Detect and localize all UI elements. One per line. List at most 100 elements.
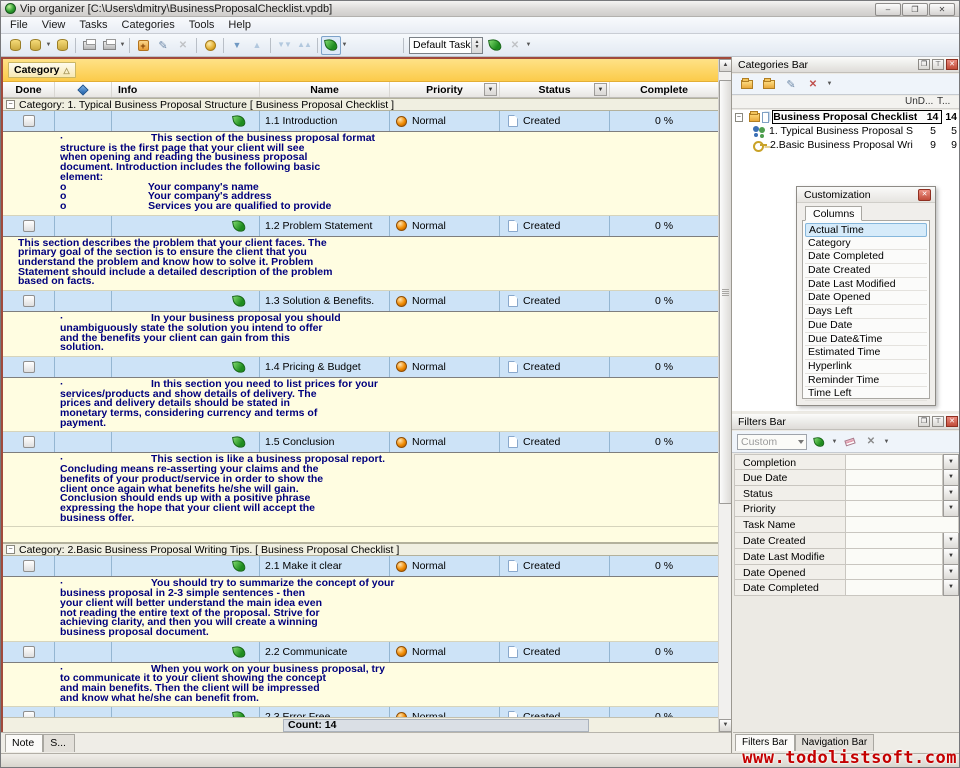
task-info-cell[interactable]: [112, 556, 260, 576]
column-header-status[interactable]: Status▼: [500, 82, 610, 97]
filter-dropdown-icon[interactable]: ▼: [943, 533, 959, 549]
tab-note[interactable]: Note: [5, 734, 43, 752]
filter-value-field[interactable]: [846, 470, 943, 486]
task-name-cell[interactable]: 1.5 Conclusion: [260, 432, 390, 452]
apply-filter-icon[interactable]: [810, 433, 828, 450]
filter-value-field[interactable]: [846, 549, 943, 565]
categories-restore-icon[interactable]: ❐: [918, 59, 930, 70]
edit-category-icon[interactable]: ✎: [782, 76, 800, 93]
filters-more-icon[interactable]: ▼: [883, 432, 890, 451]
customization-column-item[interactable]: Date Opened: [805, 291, 927, 305]
task-done-cell[interactable]: [3, 291, 55, 311]
task-priority-cell[interactable]: Normal: [390, 111, 500, 131]
task-done-cell[interactable]: [3, 432, 55, 452]
task-info-cell[interactable]: [112, 642, 260, 662]
filters-pin-icon[interactable]: ⊤: [932, 416, 944, 427]
column-header-priority[interactable]: Priority▼: [390, 82, 500, 97]
move-bottom-button[interactable]: ▼▼: [274, 36, 294, 55]
group-by-category-button[interactable]: Category △: [8, 62, 76, 78]
apply-filter-dropdown-icon[interactable]: ▼: [831, 432, 838, 451]
task-description[interactable]: This section describes the problem that …: [3, 237, 718, 292]
task-complete-cell[interactable]: 0 %: [610, 357, 718, 377]
column-header-complete[interactable]: Complete: [610, 82, 718, 97]
task-row[interactable]: 1.3 Solution & Benefits.NormalCreated0 %: [3, 291, 718, 312]
tree-collapse-icon[interactable]: −: [735, 113, 743, 122]
add-subcategory-icon[interactable]: [760, 76, 778, 93]
filter-value-field[interactable]: [846, 517, 959, 533]
categories-pin-icon[interactable]: ⊤: [932, 59, 944, 70]
delete-filter-icon[interactable]: ✕: [862, 433, 880, 450]
task-description[interactable]: · This section is like a business propos…: [3, 453, 718, 527]
customization-column-item[interactable]: Reminder Time: [805, 374, 927, 388]
delete-task-button[interactable]: ✕: [173, 36, 193, 55]
task-priority-cell[interactable]: Normal: [390, 357, 500, 377]
column-header-name[interactable]: Name: [260, 82, 390, 97]
task-name-cell[interactable]: 1.4 Pricing & Budget: [260, 357, 390, 377]
menu-item-view[interactable]: View: [35, 18, 73, 32]
customization-column-item[interactable]: Due Date&Time: [805, 333, 927, 347]
task-status-cell[interactable]: Created: [500, 432, 610, 452]
delete-category-icon[interactable]: ✕: [804, 76, 822, 93]
filter-dropdown-icon[interactable]: ▼: [943, 486, 959, 502]
filters-close-icon[interactable]: ✕: [946, 416, 958, 427]
task-status-cell[interactable]: Created: [500, 216, 610, 236]
task-checkbox[interactable]: [23, 220, 35, 232]
task-description[interactable]: · You should try to summarize the concep…: [3, 577, 718, 641]
task-checkbox[interactable]: [23, 436, 35, 448]
task-priority-cell[interactable]: Normal: [390, 642, 500, 662]
task-done-cell[interactable]: [3, 556, 55, 576]
customization-close-icon[interactable]: ✕: [918, 189, 931, 201]
menu-item-tasks[interactable]: Tasks: [72, 18, 114, 32]
task-info-cell[interactable]: [112, 291, 260, 311]
task-priority-cell[interactable]: Normal: [390, 556, 500, 576]
customization-column-item[interactable]: Due Date: [805, 319, 927, 333]
menu-item-categories[interactable]: Categories: [115, 18, 182, 32]
task-view-combobox[interactable]: Default Task V ▲▼: [409, 37, 483, 54]
tab-columns[interactable]: Columns: [805, 206, 862, 221]
open-database-button[interactable]: [25, 36, 45, 55]
task-status-cell[interactable]: Created: [500, 111, 610, 131]
close-button[interactable]: ✕: [929, 3, 955, 16]
task-done-cell[interactable]: [3, 357, 55, 377]
task-status-cell[interactable]: Created: [500, 357, 610, 377]
new-database-button[interactable]: [5, 36, 25, 55]
print-preview-button[interactable]: [99, 36, 119, 55]
customization-column-item[interactable]: Date Completed: [805, 250, 927, 264]
filter-value-field[interactable]: [846, 486, 943, 502]
complete-task-button[interactable]: [200, 36, 220, 55]
move-up-button[interactable]: ▲: [247, 36, 267, 55]
task-name-cell[interactable]: 1.2 Problem Statement: [260, 216, 390, 236]
customization-column-item[interactable]: Date Last Modified: [805, 278, 927, 292]
task-priority-cell[interactable]: Normal: [390, 216, 500, 236]
task-checkbox[interactable]: [23, 295, 35, 307]
task-description[interactable]: · When you work on your business proposa…: [3, 663, 718, 708]
combo-spinner-icon[interactable]: ▲▼: [471, 38, 482, 53]
edit-task-button[interactable]: ✎: [153, 36, 173, 55]
category-group-row[interactable]: −Category: 1. Typical Business Proposal …: [3, 98, 718, 111]
categories-close-icon[interactable]: ✕: [946, 59, 958, 70]
task-info-cell[interactable]: [112, 357, 260, 377]
task-row[interactable]: 2.2 CommunicateNormalCreated0 %: [3, 642, 718, 663]
menu-item-tools[interactable]: Tools: [182, 18, 222, 32]
tab-subtasks[interactable]: S...: [43, 734, 75, 752]
task-checkbox[interactable]: [23, 560, 35, 572]
task-complete-cell[interactable]: 0 %: [610, 556, 718, 576]
customization-column-item[interactable]: Days Left: [805, 305, 927, 319]
filter-dropdown-icon[interactable]: ▼: [943, 580, 959, 596]
column-header-done[interactable]: Done: [3, 82, 55, 97]
column-total[interactable]: T...: [937, 96, 960, 108]
customization-column-item[interactable]: Hyperlink: [805, 360, 927, 374]
task-done-cell[interactable]: [3, 111, 55, 131]
priority-filter-dropdown[interactable]: ▼: [484, 83, 497, 96]
collapse-icon[interactable]: −: [6, 100, 15, 109]
collapse-icon[interactable]: −: [6, 545, 15, 554]
column-undone[interactable]: UnD...: [905, 96, 937, 108]
customization-column-item[interactable]: Date Created: [805, 264, 927, 278]
filter-value-field[interactable]: [846, 565, 943, 581]
task-row[interactable]: 2.1 Make it clearNormalCreated0 %: [3, 556, 718, 577]
task-done-cell[interactable]: [3, 642, 55, 662]
apply-view-button[interactable]: [485, 36, 505, 55]
task-row[interactable]: 1.2 Problem StatementNormalCreated0 %: [3, 216, 718, 237]
filter-dropdown-icon[interactable]: ▼: [943, 470, 959, 486]
clear-filter-icon[interactable]: [841, 433, 859, 450]
